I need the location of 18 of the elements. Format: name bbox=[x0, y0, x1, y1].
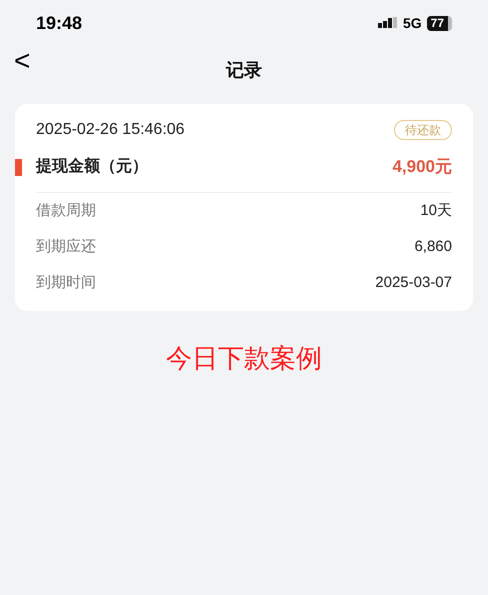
amount-label: 提现金额（元） bbox=[36, 156, 148, 177]
signal-icon bbox=[378, 17, 398, 29]
caption-text: 今日下款案例 bbox=[166, 342, 322, 374]
status-badge: 待还款 bbox=[394, 120, 452, 140]
back-button[interactable]: < bbox=[14, 46, 30, 76]
detail-label: 到期时间 bbox=[36, 272, 96, 293]
amount-value: 4,900元 bbox=[392, 156, 452, 178]
status-time: 19:48 bbox=[36, 12, 82, 34]
detail-value: 10天 bbox=[420, 200, 452, 221]
detail-value: 6,860 bbox=[414, 236, 452, 257]
detail-label: 到期应还 bbox=[36, 236, 96, 257]
battery-icon: 77 bbox=[426, 16, 452, 30]
page-title: 记录 bbox=[226, 58, 262, 82]
detail-label: 借款周期 bbox=[36, 200, 96, 221]
network-label: 5G bbox=[402, 14, 422, 32]
detail-value: 2025-03-07 bbox=[375, 272, 452, 293]
accent-bar bbox=[15, 159, 22, 176]
record-datetime: 2025-02-26 15:46:06 bbox=[36, 120, 185, 140]
